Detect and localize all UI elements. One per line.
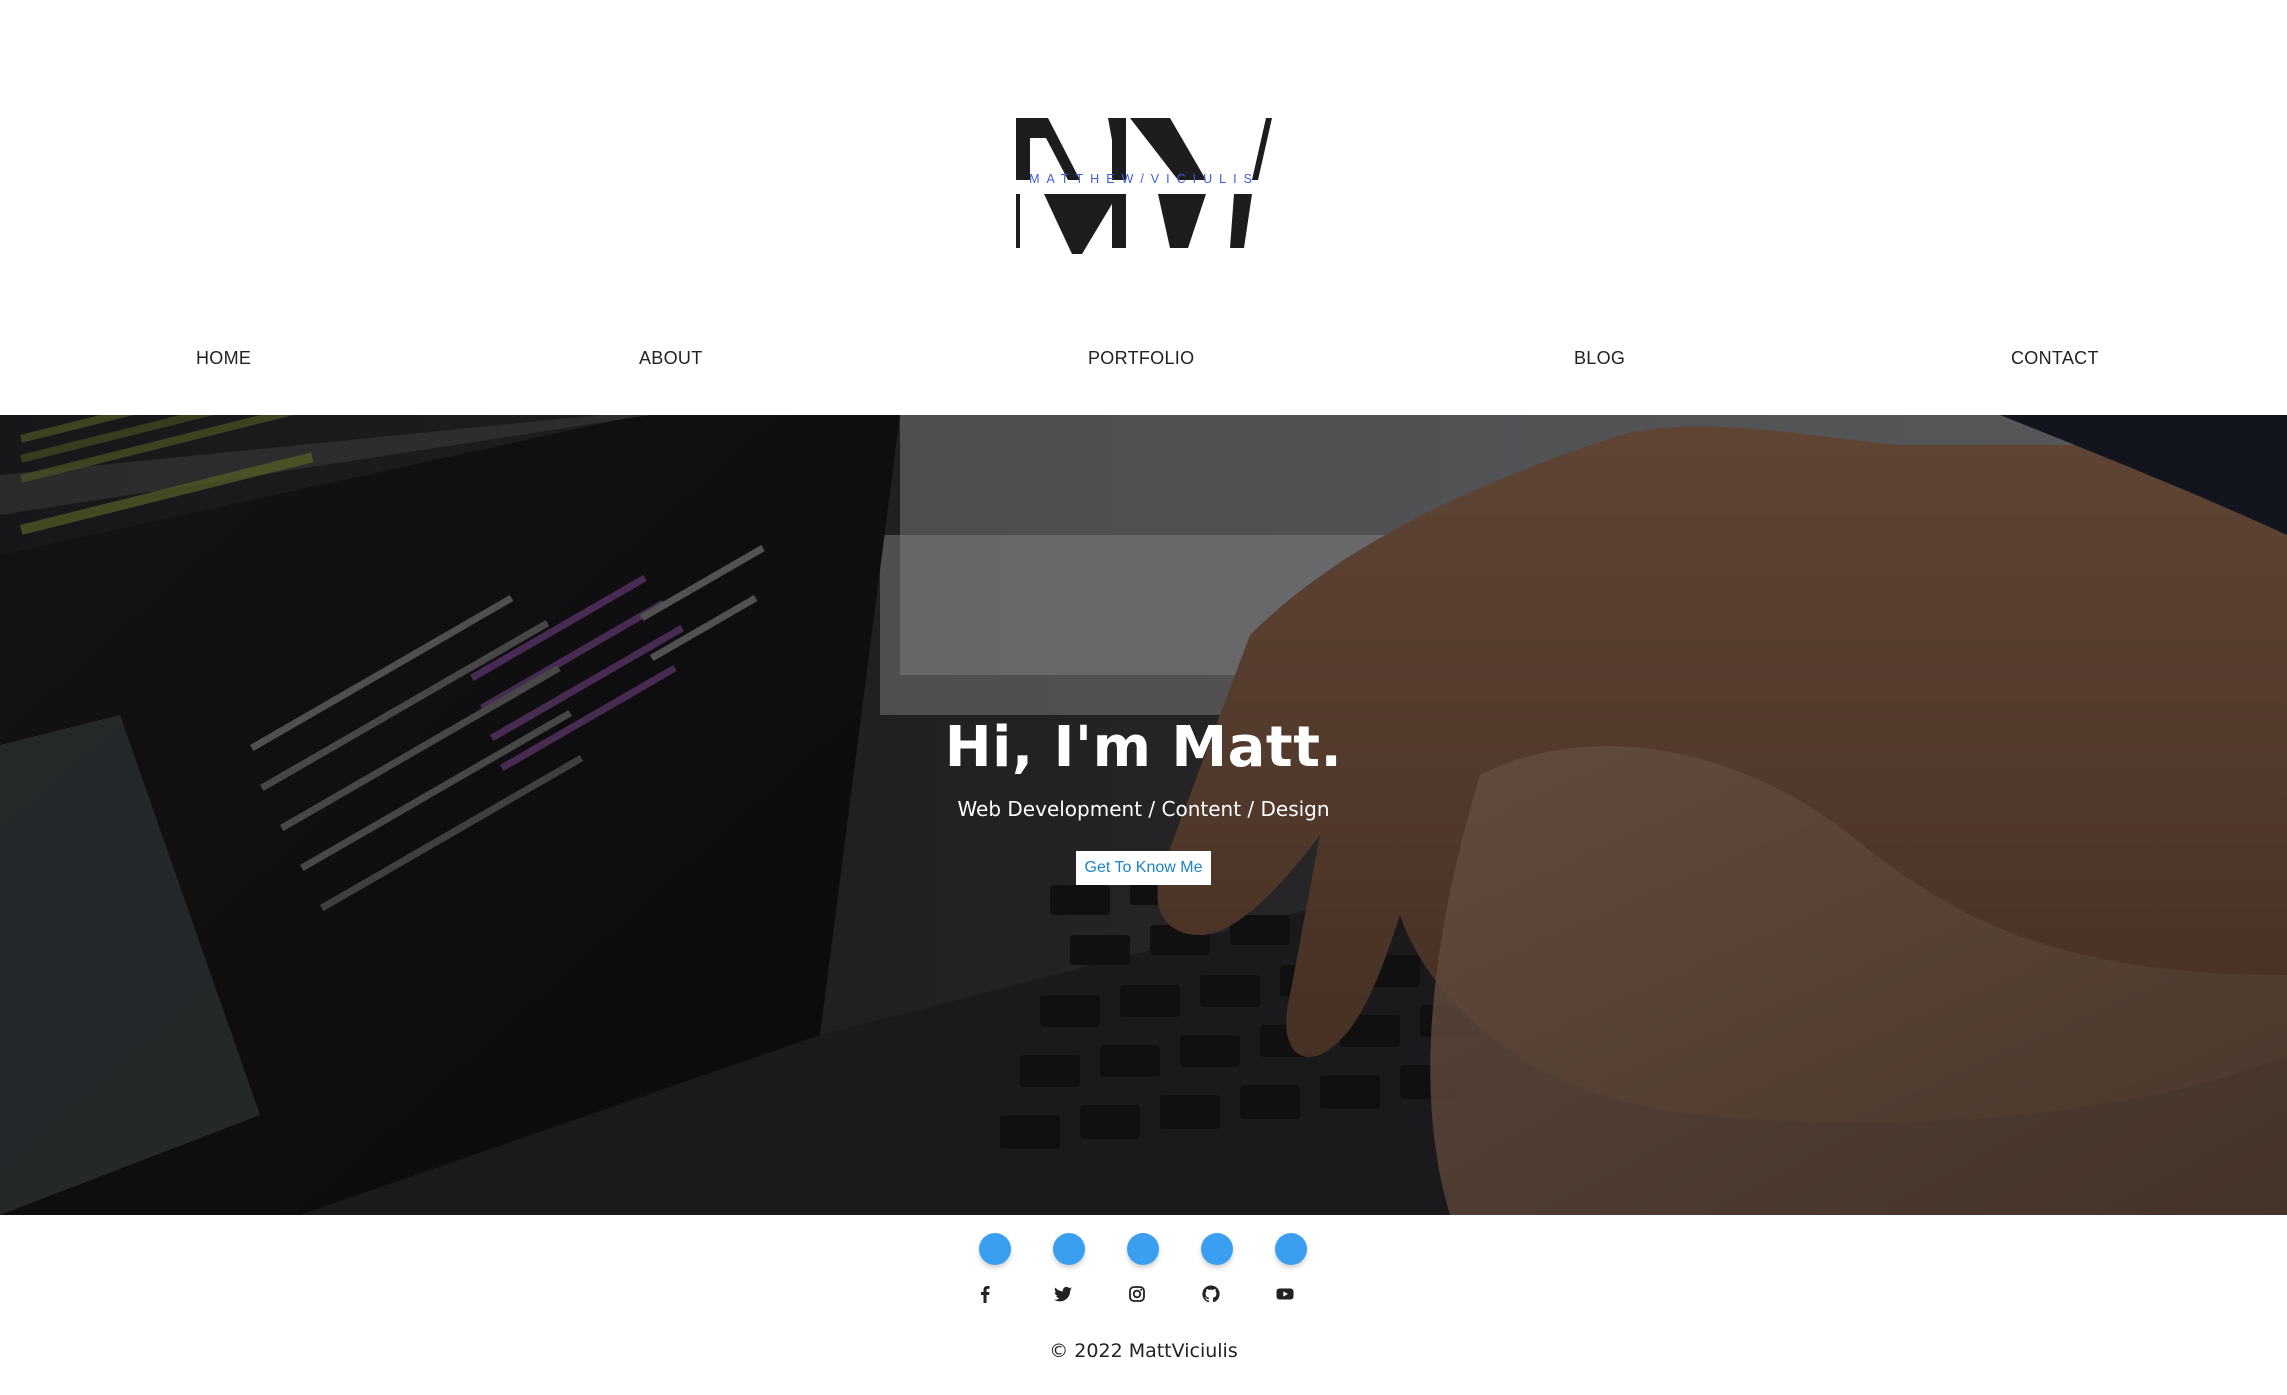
twitter-icon[interactable] [1053,1284,1073,1304]
footer-dot[interactable] [979,1233,1011,1265]
instagram-icon[interactable] [1127,1284,1147,1304]
footer-dot-row [0,1233,2287,1267]
youtube-icon[interactable] [1275,1284,1295,1304]
facebook-icon[interactable] [975,1284,995,1304]
footer-dot[interactable] [1275,1233,1307,1265]
page: MATTHEW/VICIULIS HOME ABOUT PORTFOLIO BL… [0,0,2287,1395]
nav-item-contact[interactable]: CONTACT [2011,348,2099,369]
nav-item-about[interactable]: ABOUT [639,348,703,369]
hero-subtitle: Web Development / Content / Design [957,797,1330,821]
get-to-know-me-button[interactable]: Get To Know Me [1076,851,1211,885]
logo-caption: MATTHEW/VICIULIS [1029,172,1259,186]
main-nav: HOME ABOUT PORTFOLIO BLOG CONTACT [0,348,2287,378]
nav-item-portfolio[interactable]: PORTFOLIO [1088,348,1194,369]
footer-dot[interactable] [1127,1233,1159,1265]
nav-item-home[interactable]: HOME [196,348,251,369]
hero-section: Hi, I'm Matt. Web Development / Content … [0,415,2287,1215]
social-links [0,1284,2287,1308]
copyright-text: © 2022 MattViciulis [1049,1340,1238,1362]
github-icon[interactable] [1201,1284,1221,1304]
nav-item-blog[interactable]: BLOG [1574,348,1625,369]
hero-title: Hi, I'm Matt. [944,715,1343,780]
footer-dot[interactable] [1053,1233,1085,1265]
site-logo[interactable]: MATTHEW/VICIULIS [1008,110,1280,258]
footer-dot[interactable] [1201,1233,1233,1265]
